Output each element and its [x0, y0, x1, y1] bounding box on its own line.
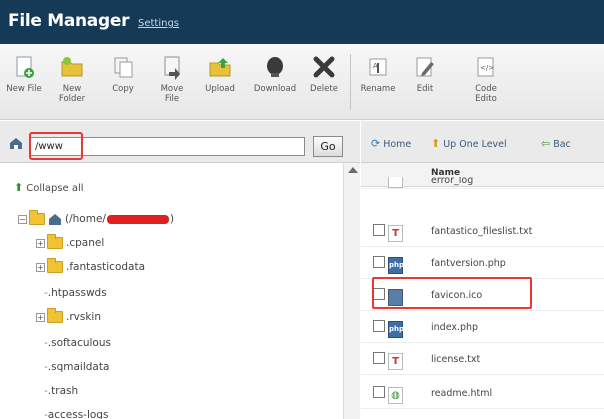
tree-item-fantasticodata[interactable]: + .fantasticodata — [36, 258, 145, 273]
tree-scrollbar[interactable] — [343, 163, 360, 419]
folder-icon — [47, 258, 63, 273]
new-file-icon — [16, 56, 34, 78]
tree-item-rvskin[interactable]: + .rvskin — [36, 308, 101, 323]
edit-icon — [416, 57, 434, 77]
settings-link[interactable]: Settings — [138, 18, 179, 29]
app-title: File Manager — [8, 11, 130, 31]
file-checkbox[interactable] — [373, 256, 385, 268]
code-editor-button[interactable]: </> Code Edito — [466, 48, 506, 104]
svg-text:</>: </> — [480, 64, 494, 72]
new-file-button[interactable]: New File — [2, 48, 46, 94]
upload-icon — [209, 58, 231, 77]
header-bar: File Manager Settings — [0, 0, 604, 44]
file-row-error-log[interactable]: error_log — [361, 177, 604, 189]
edit-button[interactable]: Edit — [408, 48, 442, 94]
folder-icon — [47, 234, 63, 249]
delete-icon — [313, 56, 335, 78]
tree-item-cpanel[interactable]: + .cpanel — [36, 234, 104, 249]
favicon-highlight-box — [372, 277, 532, 309]
php-file-icon: php — [388, 257, 404, 274]
copy-icon — [114, 57, 133, 78]
file-row-fantversion[interactable]: php fantversion.php — [361, 247, 604, 279]
text-file-icon — [388, 177, 403, 188]
tree-item-access-logs[interactable]: -access-logs — [44, 409, 108, 419]
delete-button[interactable]: Delete — [304, 48, 344, 94]
file-row-license[interactable]: T license.txt — [361, 343, 604, 375]
collapse-arrow-icon: ⬆ — [14, 181, 24, 194]
expand-toggle-icon[interactable]: + — [36, 238, 45, 248]
toolbar: New File New Folder Copy Move File Upload … — [0, 44, 604, 120]
move-file-icon — [164, 56, 180, 80]
tree-root[interactable]: − (/home/) — [18, 210, 174, 225]
tree-item-htpasswds[interactable]: -.htpasswds — [44, 287, 107, 299]
file-checkbox[interactable] — [373, 386, 385, 398]
home-link[interactable]: ⟳ Home — [371, 137, 411, 150]
copy-button[interactable]: Copy — [104, 48, 142, 94]
back-arrow-icon: ⇦ — [541, 137, 551, 150]
file-list-pane: ⟳ Home ⬆ Up One Level ⇦ Bac Name error_log … — [361, 121, 604, 419]
redacted-username — [106, 214, 169, 224]
tree-item-trash[interactable]: -.trash — [44, 385, 78, 397]
nav-bar: ⟳ Home ⬆ Up One Level ⇦ Bac — [361, 121, 604, 163]
tree-item-softaculous[interactable]: -.softaculous — [44, 337, 111, 349]
up-level-icon: ⬆ — [431, 137, 441, 150]
scroll-up-icon — [348, 167, 358, 173]
html-file-icon: ◍ — [388, 387, 403, 404]
file-checkbox[interactable] — [373, 320, 385, 332]
file-row-fantastico-fileslist[interactable]: T fantastico_fileslist.txt — [361, 215, 604, 247]
tree-item-sqmaildata[interactable]: -.sqmaildata — [44, 361, 109, 373]
toolbar-separator — [350, 54, 351, 110]
new-folder-button[interactable]: New Folder — [52, 48, 92, 104]
go-button[interactable]: Go — [313, 136, 343, 157]
path-bar: Go — [0, 121, 360, 163]
rename-button[interactable]: A Rename — [356, 48, 400, 94]
back-link[interactable]: ⇦ Bac — [541, 137, 571, 150]
folder-icon — [29, 210, 45, 225]
folder-icon — [47, 308, 63, 323]
expand-toggle-icon[interactable]: + — [36, 262, 45, 272]
path-highlight-box — [29, 132, 83, 160]
file-checkbox[interactable] — [373, 224, 385, 236]
expand-toggle-icon[interactable]: + — [36, 312, 45, 322]
text-file-icon: T — [388, 353, 403, 370]
text-file-icon: T — [388, 225, 403, 242]
upload-button[interactable]: Upload — [200, 48, 240, 94]
home-icon: ⟳ — [371, 137, 381, 150]
home-icon — [49, 214, 61, 225]
download-icon — [267, 57, 283, 77]
collapse-toggle-icon[interactable]: − — [18, 214, 27, 224]
rename-icon: A — [369, 58, 387, 76]
up-one-level-link[interactable]: ⬆ Up One Level — [431, 137, 507, 150]
move-file-button[interactable]: Move File — [152, 48, 192, 104]
file-checkbox[interactable] — [373, 352, 385, 364]
collapse-all-link[interactable]: ⬆ Collapse all — [14, 181, 84, 194]
new-folder-icon — [61, 57, 83, 77]
php-file-icon: php — [388, 321, 404, 338]
code-editor-icon: </> — [477, 57, 494, 77]
directory-tree-pane: Go ⬆Collapse all −(/home/) +.cpanel +.fa… — [0, 121, 360, 419]
file-row-readme[interactable]: ◍ readme.html — [361, 377, 604, 409]
download-button[interactable]: Download — [250, 48, 300, 94]
file-row-index[interactable]: php index.php — [361, 311, 604, 343]
home-icon — [10, 138, 22, 149]
